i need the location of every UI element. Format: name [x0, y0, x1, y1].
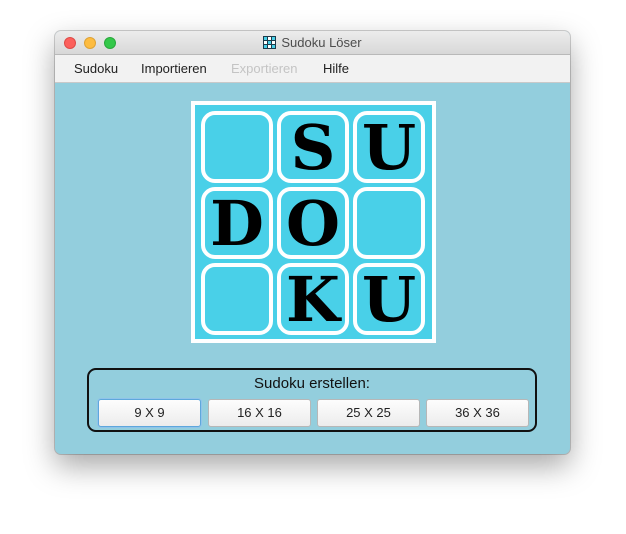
- create-panel-title: Sudoku erstellen:: [254, 375, 370, 392]
- logo-letter: U: [362, 263, 416, 336]
- menu-exportieren: Exportieren: [231, 61, 298, 76]
- create-36x36-button[interactable]: 36 X 36: [426, 399, 529, 427]
- create-sudoku-panel: Sudoku erstellen: 9 X 9 16 X 16 25 X 25 …: [87, 368, 537, 432]
- create-16x16-button[interactable]: 16 X 16: [208, 399, 311, 427]
- menu-sudoku[interactable]: Sudoku: [74, 61, 118, 76]
- create-25x25-button[interactable]: 25 X 25: [317, 399, 420, 427]
- logo-letter: O: [286, 187, 340, 260]
- menu-importieren[interactable]: Importieren: [141, 61, 207, 76]
- logo-letter: D: [210, 187, 264, 260]
- app-window: Sudoku Löser Sudoku Importieren Exportie…: [55, 31, 570, 454]
- title-bar: Sudoku Löser: [55, 31, 570, 55]
- logo-letter: U: [362, 111, 416, 184]
- create-9x9-button[interactable]: 9 X 9: [98, 399, 201, 427]
- logo-letter: K: [286, 263, 342, 336]
- sudoku-logo: S UD OK U: [191, 101, 436, 343]
- window-title: Sudoku Löser: [281, 35, 362, 50]
- menu-hilfe[interactable]: Hilfe: [323, 61, 349, 76]
- logo-letter: S: [291, 111, 336, 184]
- logo-tile: [201, 111, 273, 183]
- menu-bar: Sudoku Importieren Exportieren Hilfe: [55, 55, 570, 83]
- logo-tile: [201, 263, 273, 335]
- logo-tile: [353, 187, 425, 259]
- sudoku-grid-icon: [263, 36, 277, 49]
- window-title-group: Sudoku Löser: [55, 31, 570, 54]
